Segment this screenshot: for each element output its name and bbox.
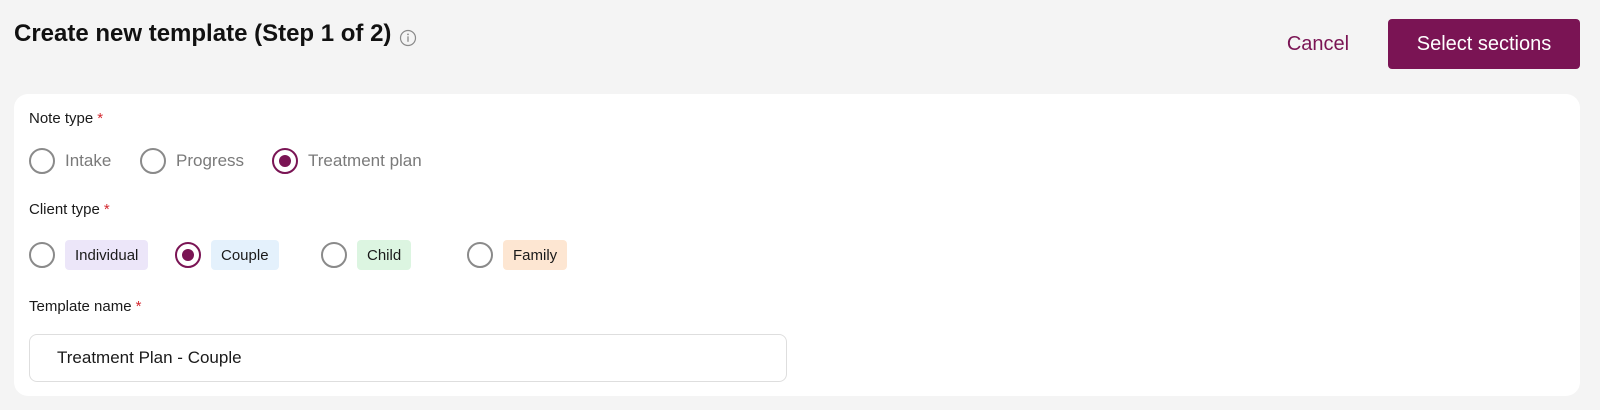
radio-button-selected[interactable] <box>175 242 201 268</box>
radio-button-selected[interactable] <box>272 148 298 174</box>
radio-button[interactable] <box>29 148 55 174</box>
note-type-option-treatment-plan[interactable]: Treatment plan <box>272 146 422 176</box>
info-icon[interactable] <box>399 26 417 47</box>
client-type-label: Client type * <box>29 201 110 218</box>
cancel-button[interactable]: Cancel <box>1268 19 1368 69</box>
client-type-chip: Family <box>503 240 568 270</box>
client-type-option-family[interactable]: Family <box>467 240 568 270</box>
client-type-option-individual[interactable]: Individual <box>29 240 149 270</box>
client-type-chip: Individual <box>65 240 149 270</box>
radio-button[interactable] <box>321 242 347 268</box>
page-title-text: Create new template (Step 1 of 2) <box>14 20 392 47</box>
select-sections-button[interactable]: Select sections <box>1388 19 1580 69</box>
template-name-input[interactable] <box>29 334 787 382</box>
client-type-option-child[interactable]: Child <box>321 240 412 270</box>
required-marker: * <box>97 110 104 127</box>
template-form-card: Note type * Intake Progress Treatment pla… <box>14 94 1580 396</box>
client-type-label-text: Client type <box>29 201 100 218</box>
client-type-option-couple[interactable]: Couple <box>175 240 279 270</box>
note-type-option-label: Treatment plan <box>308 151 422 170</box>
page-title: Create new template (Step 1 of 2) <box>14 20 417 48</box>
note-type-option-label: Intake <box>65 151 112 170</box>
note-type-label: Note type * <box>29 110 103 127</box>
required-marker: * <box>103 201 110 218</box>
note-type-option-intake[interactable]: Intake <box>29 146 111 176</box>
note-type-option-label: Progress <box>176 151 245 170</box>
note-type-label-text: Note type <box>29 110 94 127</box>
note-type-option-progress[interactable]: Progress <box>140 146 244 176</box>
radio-button[interactable] <box>29 242 55 268</box>
required-marker: * <box>135 298 142 315</box>
radio-button[interactable] <box>140 148 166 174</box>
page-header: Create new template (Step 1 of 2) Cancel… <box>0 0 1600 92</box>
template-name-label: Template name * <box>29 298 141 315</box>
template-name-label-text: Template name <box>29 298 132 315</box>
radio-button[interactable] <box>467 242 493 268</box>
client-type-chip: Child <box>357 240 412 270</box>
client-type-chip: Couple <box>211 240 279 270</box>
